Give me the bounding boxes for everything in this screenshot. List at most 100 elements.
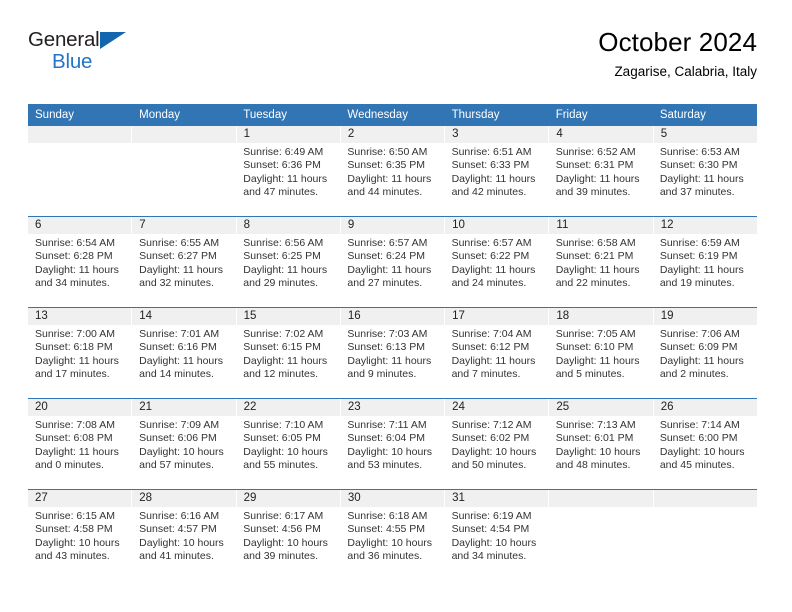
day-detail-line: Sunrise: 6:56 AM — [243, 237, 324, 249]
day-detail-line: and 5 minutes. — [555, 368, 625, 381]
day-detail-line: Sunset: 6:06 PM — [139, 432, 217, 445]
day-cell-empty — [549, 507, 653, 580]
day-detail-line: and 45 minutes. — [659, 459, 735, 472]
day-detail-line: Daylight: 10 hours — [347, 536, 433, 549]
day-cell[interactable]: Sunrise: 7:08 AM Sunset: 6:08 PM Daylight:… — [28, 416, 132, 489]
day-cell[interactable]: Sunrise: 6:52 AM Sunset: 6:31 PM Daylight:… — [549, 143, 653, 216]
day-detail-line: Daylight: 11 hours — [451, 263, 536, 276]
day-detail-line: Sunrise: 6:59 AM — [659, 237, 740, 249]
day-cell[interactable]: Sunrise: 7:13 AM Sunset: 6:01 PM Daylight:… — [549, 416, 653, 489]
day-detail-line: Sunrise: 6:49 AM — [243, 146, 324, 158]
day-cell[interactable]: Sunrise: 6:49 AM Sunset: 6:36 PM Daylight:… — [236, 143, 340, 216]
day-detail-line: and 42 minutes. — [451, 186, 527, 199]
day-cell[interactable]: Sunrise: 7:00 AM Sunset: 6:18 PM Daylight:… — [28, 325, 132, 398]
day-detail-line: Daylight: 11 hours — [243, 172, 328, 185]
day-number[interactable]: 3 — [445, 126, 549, 143]
day-detail-line: Daylight: 10 hours — [451, 536, 537, 549]
day-cell[interactable]: Sunrise: 6:57 AM Sunset: 6:22 PM Daylight:… — [445, 234, 549, 307]
day-detail-line: Sunrise: 6:50 AM — [347, 146, 428, 158]
day-number[interactable]: 17 — [445, 308, 549, 325]
day-detail-line: and 43 minutes. — [35, 550, 110, 563]
day-detail-band: Sunrise: 7:00 AM Sunset: 6:18 PM Daylight:… — [28, 325, 757, 398]
day-cell[interactable]: Sunrise: 6:19 AM Sunset: 4:54 PM Daylight:… — [445, 507, 549, 580]
day-cell[interactable]: Sunrise: 6:17 AM Sunset: 4:56 PM Daylight:… — [236, 507, 340, 580]
day-number[interactable]: 25 — [549, 399, 653, 416]
day-detail-line: Sunset: 6:22 PM — [451, 250, 530, 263]
day-cell[interactable]: Sunrise: 6:15 AM Sunset: 4:58 PM Daylight:… — [28, 507, 132, 580]
day-number[interactable]: 9 — [340, 217, 445, 234]
day-detail-line: Sunrise: 7:00 AM — [35, 328, 115, 340]
day-number[interactable]: 30 — [340, 490, 445, 507]
day-detail-line: Daylight: 10 hours — [243, 445, 328, 458]
day-number[interactable]: 28 — [132, 490, 236, 507]
day-detail-line: Sunset: 6:01 PM — [555, 432, 634, 445]
day-detail-line: Sunset: 6:28 PM — [35, 250, 113, 263]
day-cell[interactable]: Sunrise: 7:03 AM Sunset: 6:13 PM Daylight:… — [340, 325, 444, 398]
day-number[interactable]: 24 — [445, 399, 549, 416]
day-number[interactable]: 20 — [28, 399, 132, 416]
day-cell[interactable]: Sunrise: 6:18 AM Sunset: 4:55 PM Daylight:… — [340, 507, 444, 580]
day-number[interactable]: 14 — [132, 308, 236, 325]
day-cell[interactable]: Sunrise: 6:51 AM Sunset: 6:33 PM Daylight:… — [445, 143, 549, 216]
day-cell[interactable]: Sunrise: 6:54 AM Sunset: 6:28 PM Daylight:… — [28, 234, 132, 307]
day-detail-line: Daylight: 10 hours — [451, 445, 537, 458]
day-detail-line: Daylight: 10 hours — [347, 445, 433, 458]
day-cell[interactable]: Sunrise: 6:16 AM Sunset: 4:57 PM Daylight:… — [132, 507, 236, 580]
day-number[interactable]: 8 — [236, 217, 340, 234]
day-detail-line: Sunrise: 6:19 AM — [451, 510, 532, 522]
day-cell[interactable]: Sunrise: 7:01 AM Sunset: 6:16 PM Daylight:… — [132, 325, 236, 398]
day-number[interactable]: 22 — [236, 399, 340, 416]
day-cell[interactable]: Sunrise: 6:58 AM Sunset: 6:21 PM Daylight:… — [549, 234, 653, 307]
day-number[interactable]: 29 — [236, 490, 340, 507]
day-number[interactable]: 15 — [236, 308, 340, 325]
day-number[interactable]: 31 — [445, 490, 549, 507]
day-cell[interactable]: Sunrise: 6:57 AM Sunset: 6:24 PM Daylight:… — [340, 234, 444, 307]
day-cell[interactable]: Sunrise: 7:14 AM Sunset: 6:00 PM Daylight:… — [653, 416, 757, 489]
day-number[interactable]: 6 — [28, 217, 132, 234]
day-cell[interactable]: Sunrise: 7:05 AM Sunset: 6:10 PM Daylight:… — [549, 325, 653, 398]
day-number[interactable]: 12 — [653, 217, 757, 234]
day-number[interactable]: 16 — [340, 308, 445, 325]
day-detail-line: Sunset: 6:13 PM — [347, 341, 426, 354]
general-blue-logo[interactable]: General Blue — [28, 26, 148, 82]
day-cell[interactable]: Sunrise: 7:04 AM Sunset: 6:12 PM Daylight:… — [445, 325, 549, 398]
day-cell[interactable]: Sunrise: 6:53 AM Sunset: 6:30 PM Daylight:… — [653, 143, 757, 216]
day-detail-line: Daylight: 11 hours — [451, 172, 536, 185]
day-number[interactable]: 23 — [340, 399, 445, 416]
day-cell[interactable]: Sunrise: 7:12 AM Sunset: 6:02 PM Daylight:… — [445, 416, 549, 489]
day-number[interactable]: 2 — [340, 126, 445, 143]
day-number[interactable]: 19 — [653, 308, 757, 325]
day-cell[interactable]: Sunrise: 7:02 AM Sunset: 6:15 PM Daylight:… — [236, 325, 340, 398]
day-number[interactable]: 13 — [28, 308, 132, 325]
day-detail-line: Sunrise: 6:57 AM — [451, 237, 532, 249]
day-detail-line: and 57 minutes. — [139, 459, 214, 472]
day-number[interactable]: 21 — [132, 399, 236, 416]
day-detail-line: Sunrise: 6:53 AM — [659, 146, 740, 158]
day-number[interactable]: 7 — [132, 217, 236, 234]
day-number-empty — [28, 126, 132, 143]
day-number[interactable]: 4 — [549, 126, 653, 143]
day-cell[interactable]: Sunrise: 7:06 AM Sunset: 6:09 PM Daylight:… — [653, 325, 757, 398]
day-cell[interactable]: Sunrise: 6:50 AM Sunset: 6:35 PM Daylight:… — [340, 143, 444, 216]
day-cell[interactable]: Sunrise: 6:56 AM Sunset: 6:25 PM Daylight:… — [236, 234, 340, 307]
day-detail-line: Daylight: 11 hours — [659, 263, 744, 276]
day-detail-line: Daylight: 11 hours — [347, 354, 432, 367]
day-number[interactable]: 5 — [653, 126, 757, 143]
day-detail-band: Sunrise: 6:49 AM Sunset: 6:36 PM Daylight:… — [28, 143, 757, 216]
day-cell[interactable]: Sunrise: 6:55 AM Sunset: 6:27 PM Daylight:… — [132, 234, 236, 307]
page-header: General Blue October 2024 Zagarise, Cala… — [28, 26, 757, 96]
day-number[interactable]: 1 — [236, 126, 340, 143]
day-detail-line: Sunset: 6:35 PM — [347, 159, 426, 172]
day-number[interactable]: 18 — [549, 308, 653, 325]
day-cell[interactable]: Sunrise: 7:10 AM Sunset: 6:05 PM Daylight:… — [236, 416, 340, 489]
day-number[interactable]: 27 — [28, 490, 132, 507]
day-cell[interactable]: Sunrise: 6:59 AM Sunset: 6:19 PM Daylight:… — [653, 234, 757, 307]
day-detail-line: Sunrise: 7:01 AM — [139, 328, 220, 340]
day-cell[interactable]: Sunrise: 7:11 AM Sunset: 6:04 PM Daylight:… — [340, 416, 444, 489]
day-detail-line: and 9 minutes. — [347, 368, 417, 381]
day-cell[interactable]: Sunrise: 7:09 AM Sunset: 6:06 PM Daylight:… — [132, 416, 236, 489]
day-detail-line: and 29 minutes. — [243, 277, 318, 290]
day-number[interactable]: 26 — [653, 399, 757, 416]
day-number[interactable]: 11 — [549, 217, 653, 234]
day-number[interactable]: 10 — [445, 217, 549, 234]
